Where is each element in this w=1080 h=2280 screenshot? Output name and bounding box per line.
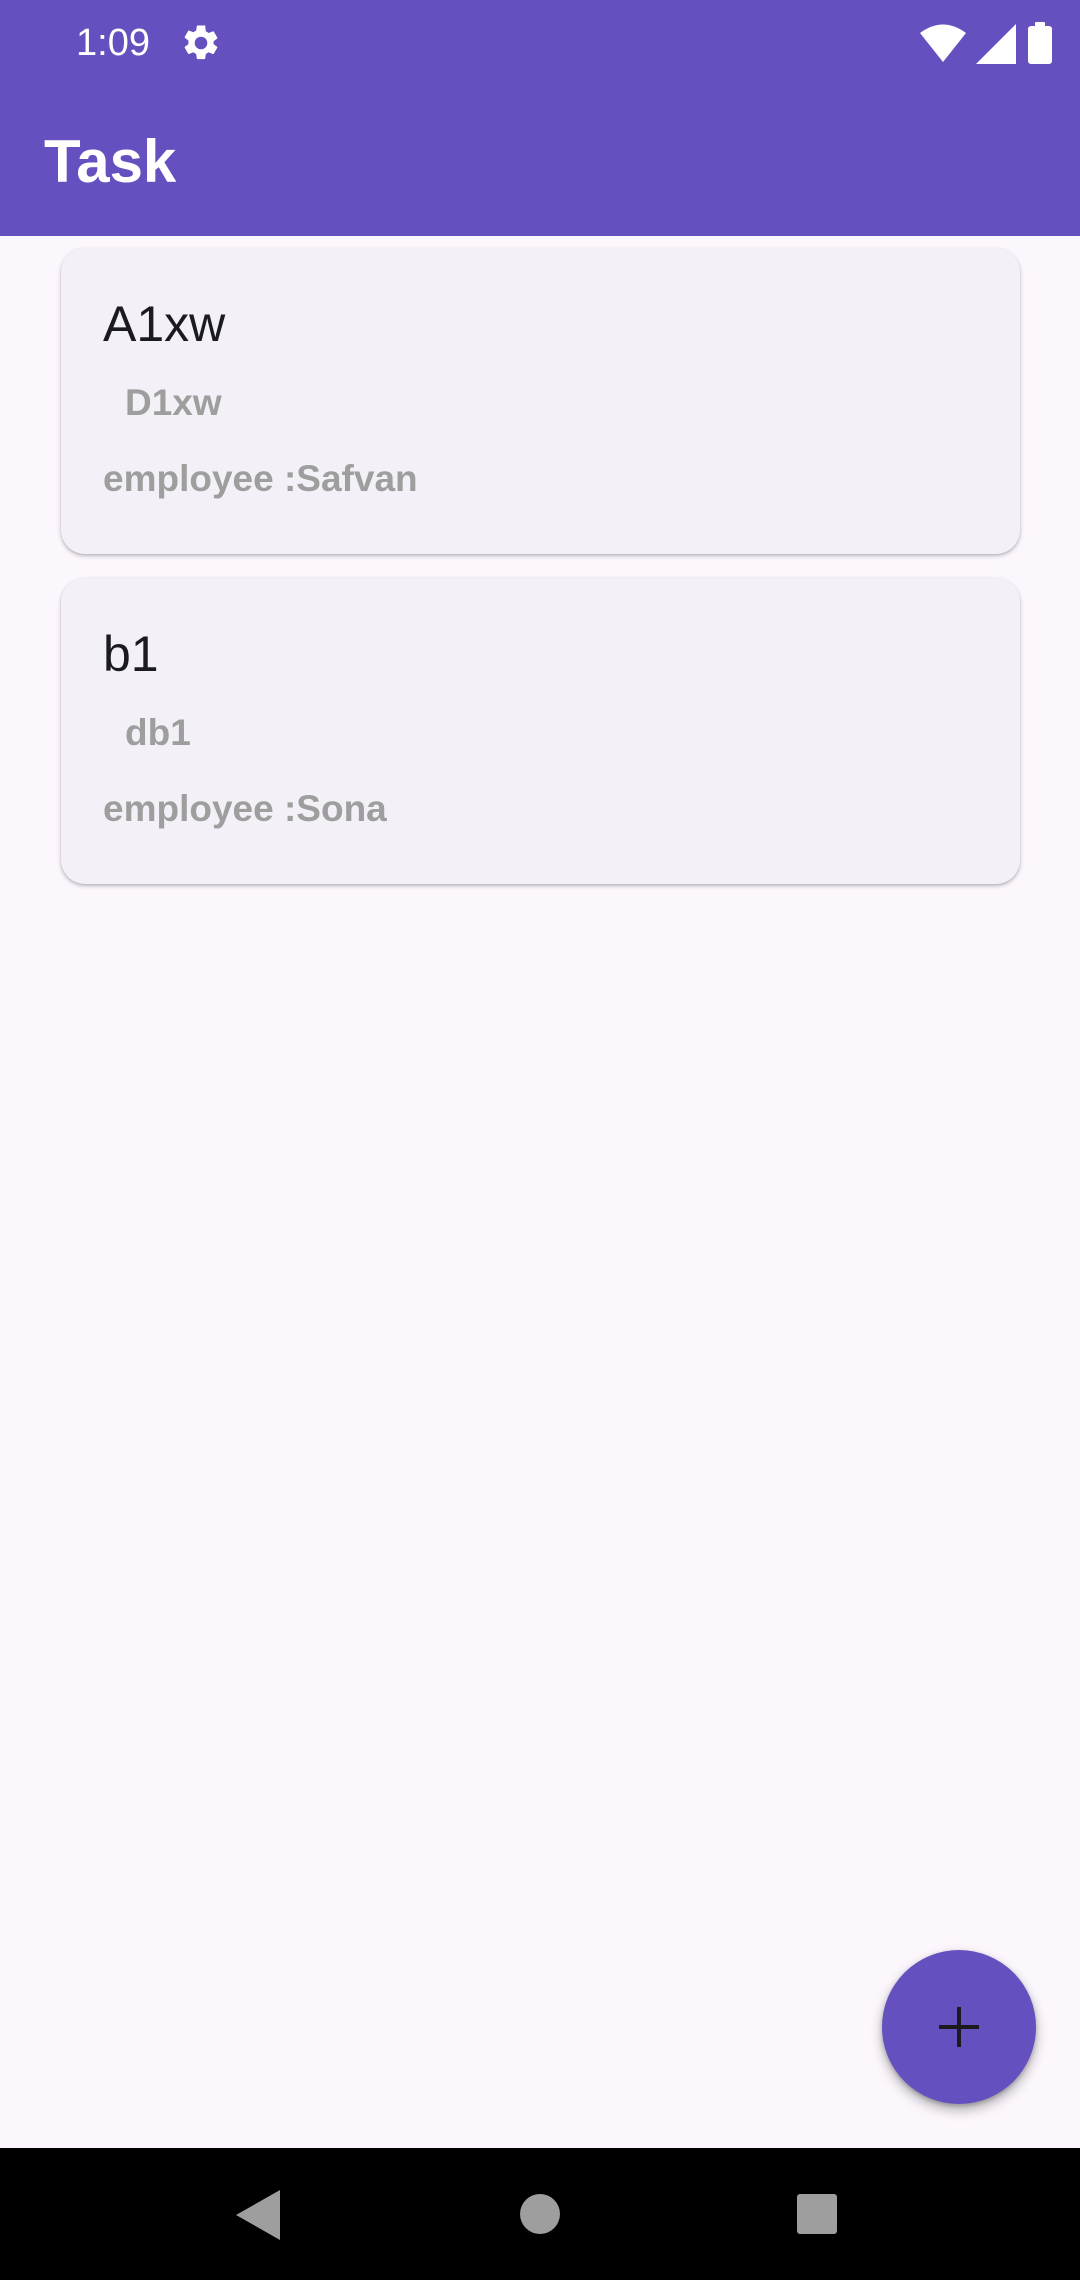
add-task-button[interactable]	[882, 1950, 1036, 2104]
status-icons	[860, 18, 1080, 68]
status-time: 1:09	[76, 22, 150, 64]
gear-icon	[180, 22, 222, 64]
task-title: b1	[103, 626, 159, 682]
battery-icon	[1028, 22, 1052, 64]
app-bar: Task	[0, 88, 1080, 236]
task-employee: employee :Sona	[103, 788, 387, 829]
task-card[interactable]: b1 db1 employee :Sona	[61, 578, 1020, 884]
plus-icon	[939, 2007, 979, 2047]
task-title: A1xw	[103, 296, 226, 352]
cell-signal-icon	[976, 24, 1016, 64]
task-description: D1xw	[125, 382, 222, 423]
home-icon[interactable]	[520, 2194, 560, 2234]
status-bar: 1:09	[0, 0, 1080, 88]
recents-icon[interactable]	[797, 2194, 837, 2234]
task-employee: employee :Safvan	[103, 458, 418, 499]
back-icon[interactable]	[236, 2190, 280, 2240]
wifi-icon	[920, 24, 966, 64]
task-card[interactable]: A1xw D1xw employee :Safvan	[61, 248, 1020, 554]
navigation-bar	[0, 2148, 1080, 2280]
page-title: Task	[44, 128, 177, 195]
task-description: db1	[125, 712, 191, 753]
